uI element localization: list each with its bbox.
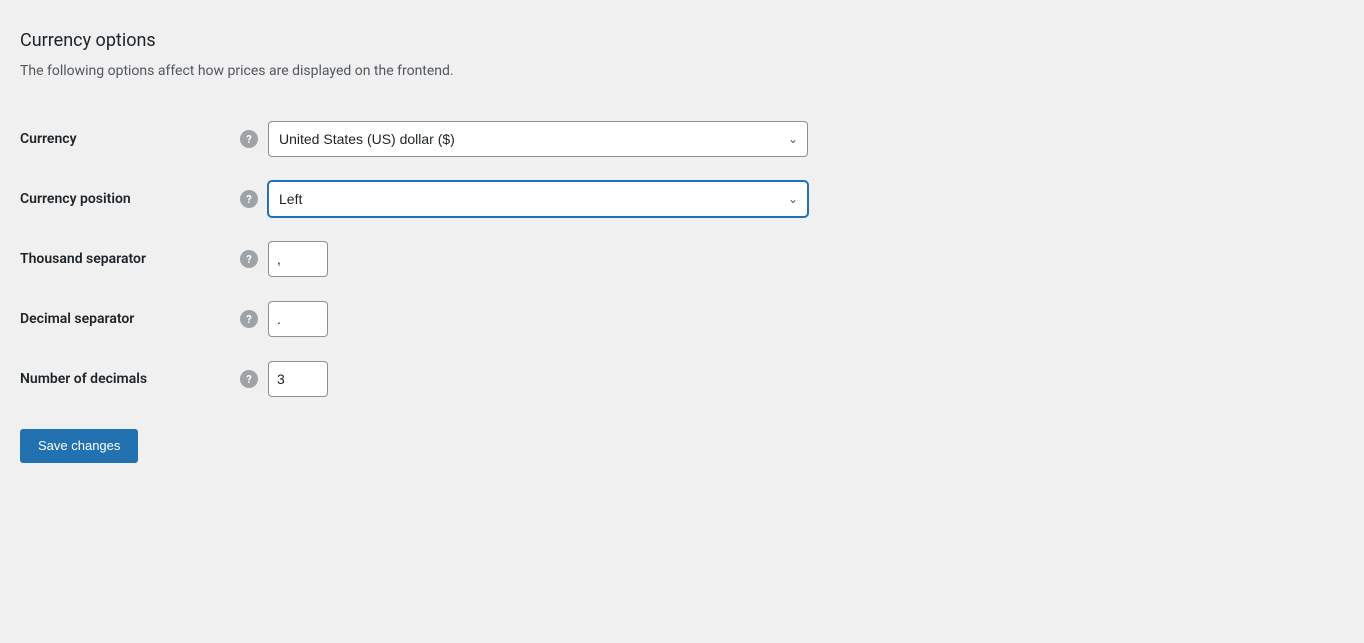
thousand-separator-help-icon: ?: [240, 250, 258, 268]
number-of-decimals-field-row: ?: [240, 361, 940, 397]
currency-row: Currency ? United States (US) dollar ($)…: [20, 109, 940, 169]
decimal-separator-input[interactable]: [268, 301, 328, 337]
thousand-separator-field-row: ?: [240, 241, 940, 277]
number-of-decimals-label: Number of decimals: [20, 349, 240, 409]
thousand-separator-label: Thousand separator: [20, 229, 240, 289]
page-title: Currency options: [20, 30, 940, 51]
currency-position-select-wrapper: Left Right Left with space Right with sp…: [268, 181, 808, 217]
currency-label: Currency: [20, 109, 240, 169]
page-description: The following options affect how prices …: [20, 63, 940, 79]
currency-select-wrapper: United States (US) dollar ($) Euro (€) B…: [268, 121, 808, 157]
currency-select[interactable]: United States (US) dollar ($) Euro (€) B…: [268, 121, 808, 157]
decimal-separator-field-cell: ?: [240, 289, 940, 349]
currency-position-row: Currency position ? Left Right Left with…: [20, 169, 940, 229]
number-of-decimals-input[interactable]: [268, 361, 328, 397]
thousand-separator-row: Thousand separator ?: [20, 229, 940, 289]
settings-form: Currency ? United States (US) dollar ($)…: [20, 109, 940, 409]
currency-position-help-icon: ?: [240, 190, 258, 208]
currency-help-icon: ?: [240, 130, 258, 148]
number-of-decimals-row: Number of decimals ?: [20, 349, 940, 409]
save-changes-button[interactable]: Save changes: [20, 429, 138, 463]
currency-position-label: Currency position: [20, 169, 240, 229]
number-of-decimals-field-cell: ?: [240, 349, 940, 409]
decimal-separator-help-icon: ?: [240, 310, 258, 328]
decimal-separator-label: Decimal separator: [20, 289, 240, 349]
currency-position-select[interactable]: Left Right Left with space Right with sp…: [268, 181, 808, 217]
thousand-separator-field-cell: ?: [240, 229, 940, 289]
thousand-separator-input[interactable]: [268, 241, 328, 277]
currency-field-row: ? United States (US) dollar ($) Euro (€)…: [240, 121, 940, 157]
currency-position-field-row: ? Left Right Left with space Right with …: [240, 181, 940, 217]
number-of-decimals-help-icon: ?: [240, 370, 258, 388]
currency-field-cell: ? United States (US) dollar ($) Euro (€)…: [240, 109, 940, 169]
currency-position-field-cell: ? Left Right Left with space Right with …: [240, 169, 940, 229]
page-container: Currency options The following options a…: [0, 0, 960, 493]
decimal-separator-field-row: ?: [240, 301, 940, 337]
decimal-separator-row: Decimal separator ?: [20, 289, 940, 349]
